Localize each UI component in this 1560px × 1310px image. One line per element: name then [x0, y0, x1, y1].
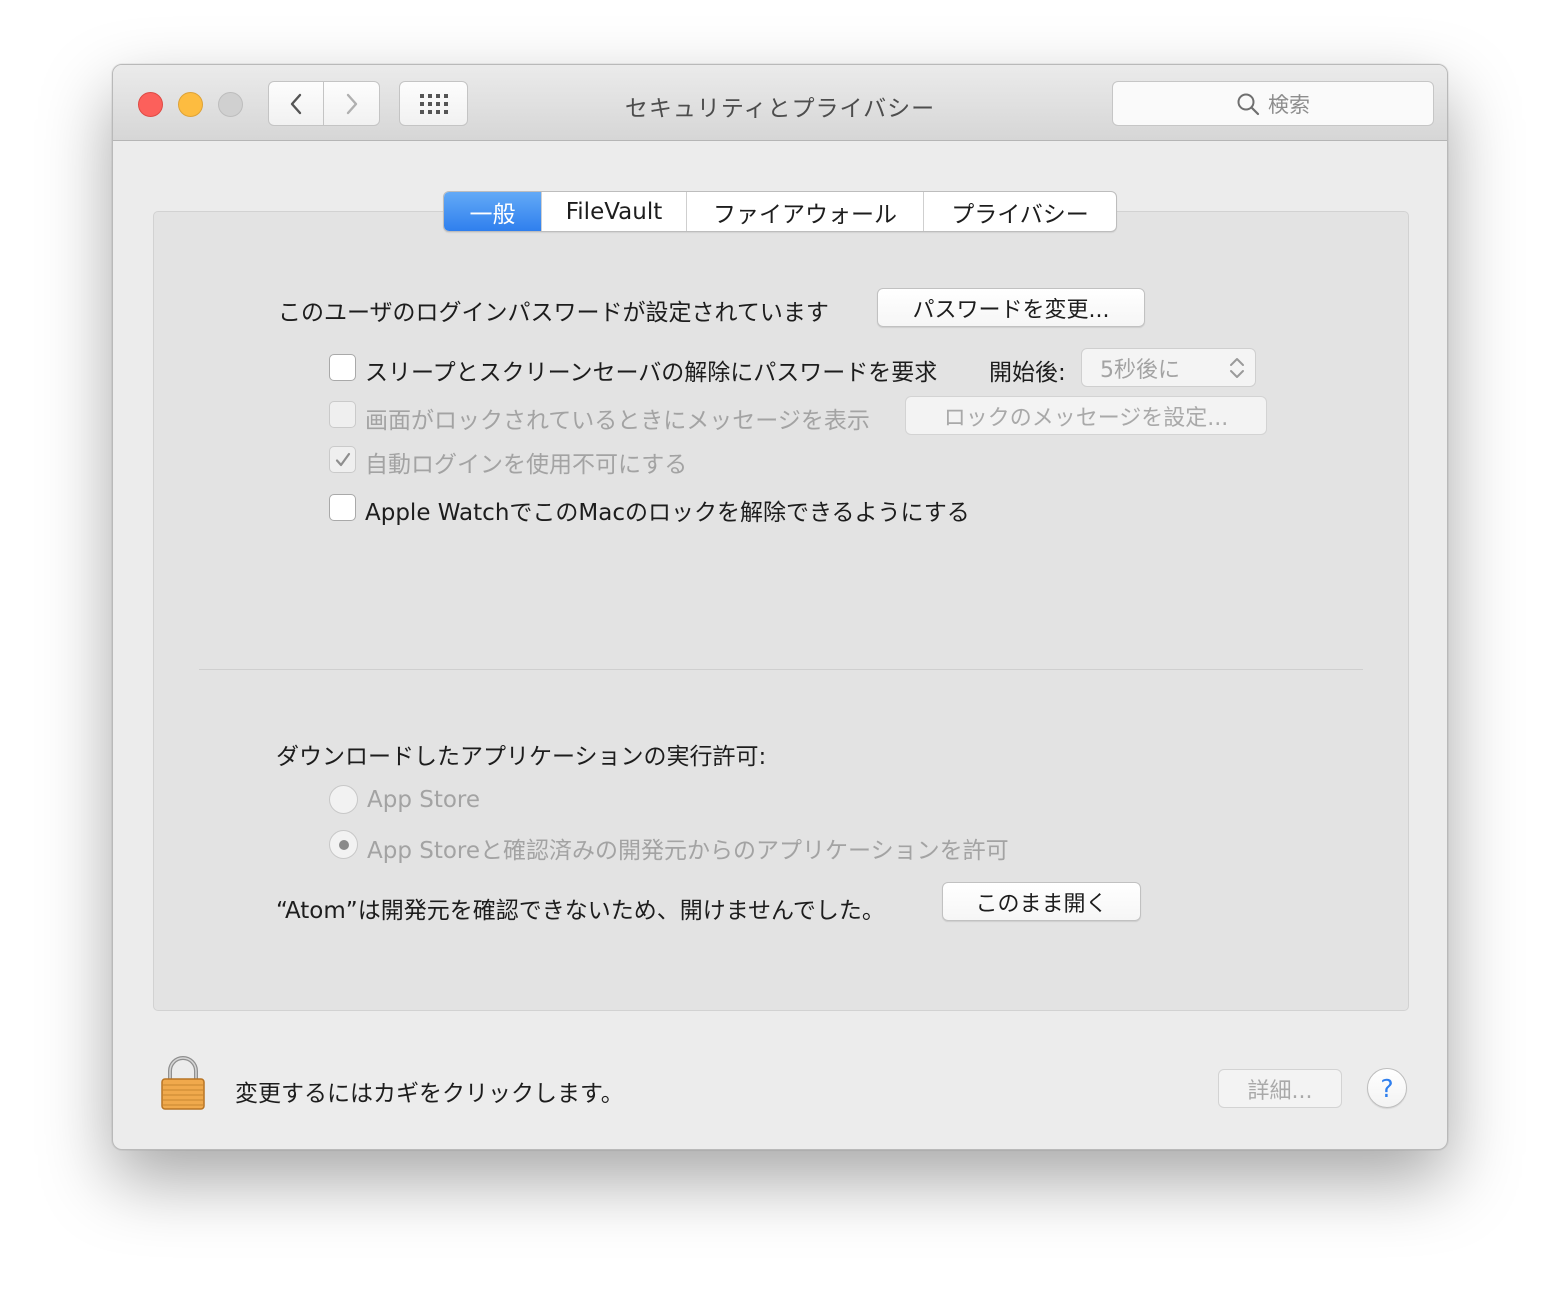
radio-app-store-label: App Store: [367, 787, 481, 813]
disable-auto-login-label: 自動ログインを使用不可にする: [365, 452, 688, 478]
advanced-button[interactable]: 詳細...: [1218, 1069, 1342, 1108]
blocked-app-message: “Atom”は開発元を確認できないため、開けませんでした。: [276, 898, 885, 924]
search-field[interactable]: 検索: [1112, 81, 1434, 126]
search-placeholder: 検索: [1268, 92, 1310, 117]
lock-instruction-label: 変更するにはカギをクリックします。: [235, 1081, 624, 1107]
preferences-window: セキュリティとプライバシー 検索 一般 FileVault ファイアウォール プ…: [112, 64, 1448, 1150]
show-message-label: 画面がロックされているときにメッセージを表示: [365, 408, 870, 434]
tab-general[interactable]: 一般: [444, 192, 541, 231]
delay-value: 5秒後に: [1100, 357, 1180, 383]
disable-auto-login-checkbox[interactable]: [329, 446, 356, 473]
show-message-checkbox[interactable]: [329, 401, 356, 428]
start-after-label: 開始後:: [989, 360, 1066, 386]
titlebar: セキュリティとプライバシー 検索: [113, 65, 1447, 141]
tab-firewall[interactable]: ファイアウォール: [686, 192, 923, 231]
downloads-heading: ダウンロードしたアプリケーションの実行許可:: [276, 744, 767, 770]
padlock-icon[interactable]: [159, 1055, 207, 1111]
help-button[interactable]: ?: [1367, 1068, 1407, 1108]
require-password-checkbox[interactable]: [329, 354, 356, 381]
radio-app-store[interactable]: [329, 785, 358, 814]
tab-bar: 一般 FileVault ファイアウォール プライバシー: [443, 191, 1117, 232]
require-password-label: スリープとスクリーンセーバの解除にパスワードを要求: [365, 360, 938, 386]
checkmark-icon: [335, 452, 350, 466]
password-status-label: このユーザのログインパスワードが設定されています: [278, 300, 829, 326]
open-anyway-button[interactable]: このまま開く: [942, 882, 1141, 921]
apple-watch-unlock-checkbox[interactable]: [329, 494, 356, 521]
radio-app-store-identified[interactable]: [329, 830, 358, 859]
radio-selected-dot: [338, 839, 349, 850]
tab-filevault[interactable]: FileVault: [541, 192, 686, 231]
tab-privacy[interactable]: プライバシー: [923, 192, 1116, 231]
radio-app-store-identified-label: App Storeと確認済みの開発元からのアプリケーションを許可: [367, 838, 1009, 864]
set-lock-message-button[interactable]: ロックのメッセージを設定...: [905, 396, 1267, 435]
apple-watch-unlock-label: Apple WatchでこのMacのロックを解除できるようにする: [365, 500, 970, 526]
change-password-button[interactable]: パスワードを変更...: [877, 288, 1145, 327]
magnifier-icon: [1237, 93, 1260, 115]
updown-chevron-icon: [1230, 358, 1244, 378]
section-divider: [199, 669, 1363, 670]
require-password-delay-select[interactable]: 5秒後に: [1081, 348, 1256, 387]
